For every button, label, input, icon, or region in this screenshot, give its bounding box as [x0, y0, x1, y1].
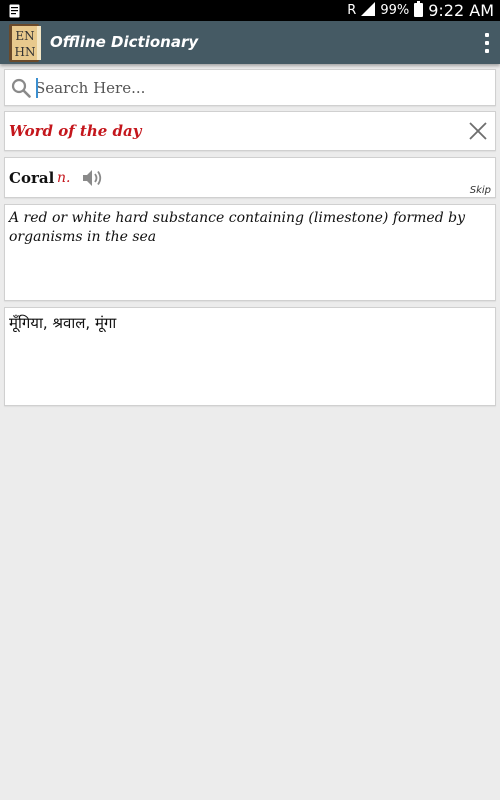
word-of-day-header: Word of the day — [4, 111, 496, 151]
battery-percent: 99% — [380, 3, 410, 18]
text-caret — [36, 78, 38, 98]
svg-text:EN: EN — [15, 29, 34, 43]
word-of-day-title: Word of the day — [9, 122, 142, 140]
clock: 9:22 AM — [428, 1, 494, 20]
skip-link[interactable]: Skip — [470, 185, 491, 196]
battery-icon — [414, 0, 424, 21]
hindi-translation-card: मूँगिया, श्रवाल, मूंगा — [4, 307, 496, 406]
roaming-indicator: R — [347, 3, 357, 18]
status-bar: R 99% 9:22 AM — [0, 0, 500, 21]
close-icon[interactable] — [469, 122, 487, 144]
notification-icon — [9, 3, 20, 22]
signal-icon — [361, 1, 376, 20]
word-card: Coral n. Skip — [4, 157, 496, 198]
search-input[interactable] — [35, 75, 490, 101]
app-bar: EN HN Offline Dictionary — [0, 21, 500, 64]
svg-text:HN: HN — [15, 45, 36, 59]
app-title: Offline Dictionary — [50, 33, 199, 51]
hindi-translation-text: मूँगिया, श्रवाल, मूंगा — [9, 314, 117, 332]
search-icon — [11, 78, 31, 102]
part-of-speech: n. — [57, 170, 71, 186]
overflow-menu-icon[interactable] — [480, 31, 494, 55]
definition-text: A red or white hard substance containing… — [9, 210, 465, 245]
definition-card: A red or white hard substance containing… — [4, 204, 496, 301]
speaker-icon[interactable] — [81, 168, 105, 192]
word-text: Coral — [9, 169, 55, 187]
search-bar — [4, 69, 496, 106]
app-logo: EN HN — [9, 24, 42, 62]
